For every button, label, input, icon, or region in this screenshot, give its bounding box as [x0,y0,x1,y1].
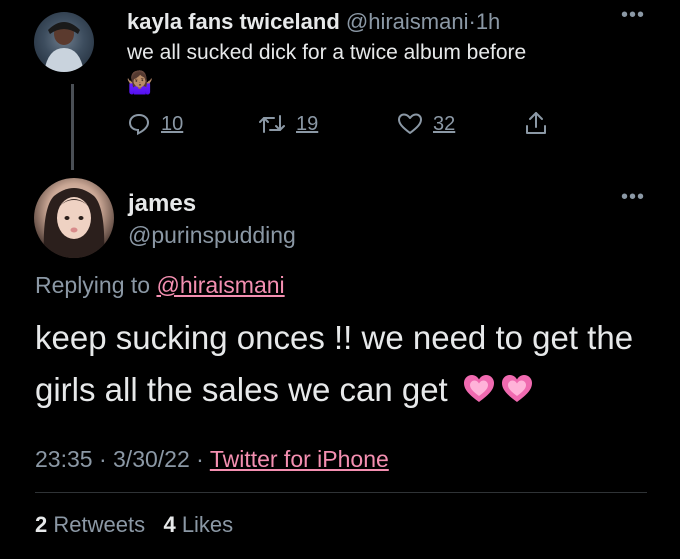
tweet2-source-link[interactable]: Twitter for iPhone [210,446,389,472]
tweet1-text: we all sucked dick for a twice album bef… [127,41,527,64]
replying-to-line: Replying to @hiraismani [35,272,285,299]
replying-to-link[interactable]: @hiraismani [156,272,284,298]
replying-to-prefix: Replying to [35,272,151,298]
retweets-count: 2 [35,512,48,537]
tweet2-time: 23:35 [35,446,93,472]
tweet1-separator: · [468,9,476,34]
tweet1-display-name[interactable]: kayla fans twiceland [127,9,340,34]
tweet2-display-name[interactable]: james [128,190,196,218]
growing-heart-emoji [501,373,533,405]
tweet2-date: 3/30/22 [113,446,190,472]
like-button[interactable]: 32 [397,112,455,136]
thread-connector-line [71,84,74,170]
tweet2-stats: 2 Retweets 4 Likes [35,512,233,538]
meta-separator: · [196,446,204,472]
heart-outline-icon [397,112,423,136]
retweets-label: Retweets [53,512,146,537]
tweet1-time[interactable]: 1h [476,9,500,34]
avatar-james[interactable] [34,178,114,258]
reply-button[interactable]: 10 [127,112,183,136]
meta-separator: · [98,446,107,472]
speech-bubble-icon [127,112,151,136]
avatar-kayla[interactable] [34,12,94,72]
tweet2-text-block: keep sucking onces !! we need to get the… [35,312,665,416]
retweet-button[interactable]: 19 [258,112,318,136]
tweet2-more-icon[interactable]: ••• [621,186,645,209]
tweet1-header: kayla fans twiceland @hiraismani·1h [127,9,500,35]
tweet1-handle[interactable]: @hiraismani [346,9,469,34]
likes-label: Likes [181,512,234,537]
like-count: 32 [433,112,456,135]
reply-count: 10 [161,112,184,135]
likes-stat[interactable]: 4 Likes [163,512,233,537]
tweet2-text: keep sucking onces !! we need to get the… [35,319,634,408]
retweets-stat[interactable]: 2 Retweets [35,512,145,537]
retweet-count: 19 [296,112,319,135]
share-upload-icon [523,110,549,136]
likes-count: 4 [163,512,176,537]
share-button[interactable] [523,110,549,136]
tweet2-handle[interactable]: @purinspudding [128,222,296,249]
tweet1-emoji: 🤷🏽‍♀️ [126,70,154,95]
tweet1-more-icon[interactable]: ••• [621,4,645,27]
divider [35,492,647,493]
retweet-arrows-icon [258,112,286,136]
growing-heart-emoji [463,373,495,405]
tweet2-meta: 23:35 · 3/30/22 · Twitter for iPhone [35,446,389,473]
